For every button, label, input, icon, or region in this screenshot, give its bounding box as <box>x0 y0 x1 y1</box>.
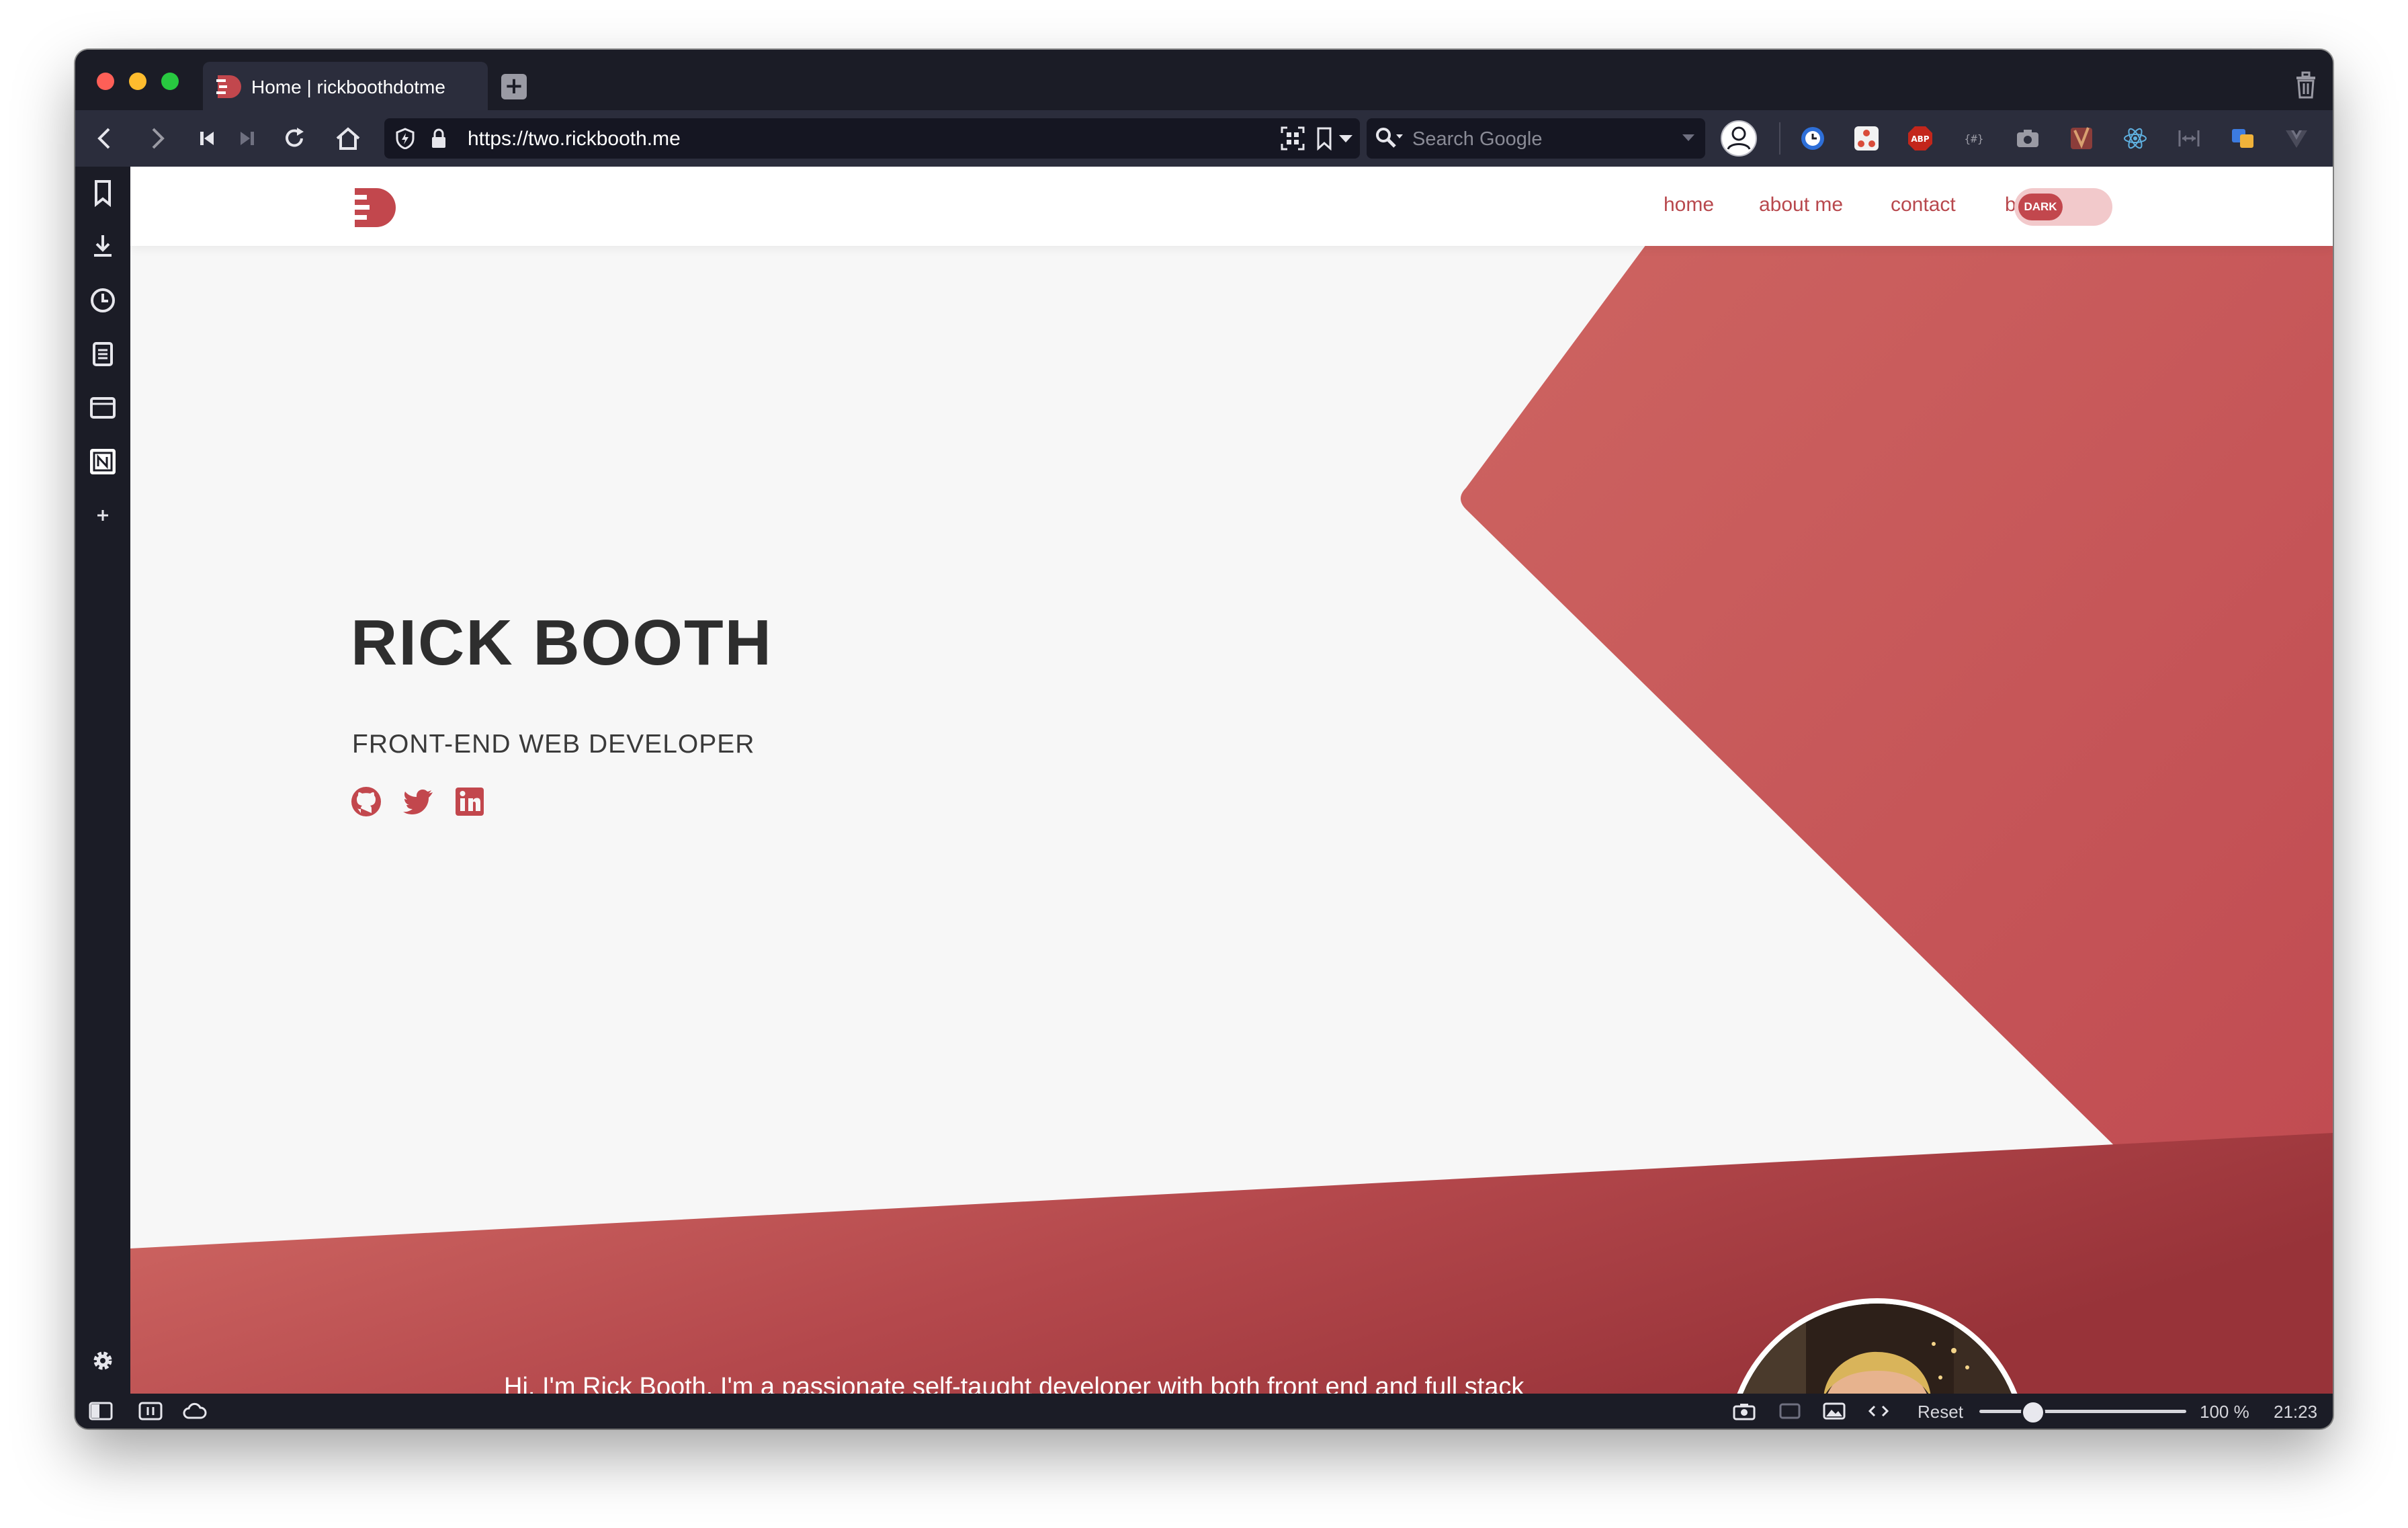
new-tab-button[interactable]: + <box>501 74 527 99</box>
camera-icon[interactable] <box>2014 125 2041 152</box>
svg-text:ABP: ABP <box>1911 134 1929 144</box>
about-paragraph: Hi, I'm Rick Booth. I'm a passionate sel… <box>504 1373 1524 1394</box>
linkedin-icon[interactable] <box>453 785 486 818</box>
settings-gear-icon[interactable] <box>89 1347 117 1375</box>
extension-vue-icon[interactable] <box>2283 125 2310 152</box>
dark-mode-label: DARK <box>2018 194 2063 220</box>
forward-icon[interactable] <box>142 124 172 153</box>
history-panel-icon[interactable] <box>89 286 117 314</box>
bookmarks-panel-icon[interactable] <box>89 179 117 207</box>
extension-translate-icon[interactable] <box>2229 125 2256 152</box>
extension-ruler-icon[interactable] <box>2176 125 2202 152</box>
sync-cloud-icon[interactable] <box>183 1400 207 1422</box>
react-devtools-icon[interactable] <box>2122 125 2149 152</box>
extension-yoast-icon[interactable] <box>2068 125 2095 152</box>
tab-title: Home | rickboothdotme <box>251 77 445 97</box>
reload-icon[interactable] <box>280 124 309 153</box>
notion-panel-icon[interactable] <box>89 448 117 476</box>
toggle-panel-icon[interactable] <box>89 1400 113 1422</box>
dark-mode-toggle[interactable]: DARK <box>2014 188 2112 226</box>
address-bar[interactable]: https://two.rickbooth.me <box>384 118 1360 159</box>
zoom-slider-thumb[interactable] <box>2021 1400 2045 1425</box>
svg-text:{#}: {#} <box>1965 132 1984 145</box>
lock-icon <box>432 128 445 148</box>
nav-contact-link[interactable]: contact <box>1891 194 1956 216</box>
nav-home-link[interactable]: home <box>1664 194 1714 216</box>
home-icon[interactable] <box>333 124 363 153</box>
shield-icon[interactable] <box>395 128 415 149</box>
search-placeholder: Search Google <box>1412 128 1543 150</box>
extension-json-icon[interactable]: {#} <box>1961 125 1987 152</box>
search-icon <box>1376 128 1403 148</box>
search-bar[interactable]: Search Google <box>1367 118 1705 159</box>
browser-window: Home | rickboothdotme + https://two.rick… <box>75 50 2333 1429</box>
zoom-reset-button[interactable]: Reset <box>1918 1402 1963 1423</box>
tab-active[interactable]: Home | rickboothdotme <box>203 62 488 110</box>
site-logo-icon[interactable] <box>349 187 399 228</box>
extension-clock-icon[interactable] <box>1799 125 1826 152</box>
nav-about-link[interactable]: about me <box>1759 194 1843 216</box>
page-viewport[interactable]: home about me contact blog DARK RICK BOO… <box>130 167 2333 1394</box>
trash-icon[interactable] <box>2294 70 2318 99</box>
side-panel <box>75 167 130 1394</box>
adblock-plus-icon[interactable]: ABP <box>1907 125 1934 152</box>
chevron-down-icon[interactable] <box>1337 133 1354 144</box>
back-icon[interactable] <box>90 124 120 153</box>
rewind-icon[interactable] <box>192 124 222 153</box>
hero-name: RICK BOOTH <box>351 607 773 679</box>
page-actions-icon[interactable] <box>1866 1400 1891 1422</box>
zoom-level: 100 % <box>2200 1402 2249 1422</box>
hero-background-shapes <box>130 245 2333 1394</box>
tab-tiling-icon[interactable] <box>138 1400 163 1422</box>
qr-code-icon[interactable] <box>1281 126 1305 151</box>
zoom-slider[interactable] <box>1979 1410 2186 1413</box>
bookmark-icon[interactable] <box>1314 126 1334 151</box>
hero-role: FRONT-END WEB DEVELOPER <box>352 730 755 759</box>
tab-bar: Home | rickboothdotme + <box>75 50 2333 110</box>
extension-network-icon[interactable] <box>1853 125 1880 152</box>
close-window-button[interactable] <box>97 73 114 90</box>
fast-forward-icon[interactable] <box>232 124 262 153</box>
clock: 21:23 <box>2274 1402 2318 1422</box>
site-header: home about me contact blog DARK <box>130 167 2333 246</box>
capture-page-icon[interactable] <box>1732 1400 1756 1422</box>
profile-avatar-icon[interactable] <box>1720 120 1758 157</box>
twitter-icon[interactable] <box>402 785 435 818</box>
github-icon[interactable] <box>349 785 383 818</box>
maximize-window-button[interactable] <box>161 73 179 90</box>
search-engine-dropdown-icon[interactable] <box>1681 133 1696 142</box>
notes-panel-icon[interactable] <box>89 340 117 368</box>
toolbar-divider <box>1779 122 1780 155</box>
images-toggle-icon[interactable] <box>1822 1400 1846 1422</box>
downloads-panel-icon[interactable] <box>89 232 117 261</box>
minimize-window-button[interactable] <box>129 73 146 90</box>
url-text: https://two.rickbooth.me <box>468 128 681 150</box>
status-bar: Reset 100 % 21:23 <box>75 1394 2333 1429</box>
tiling-toggle-icon[interactable] <box>1778 1400 1802 1422</box>
add-panel-icon[interactable] <box>89 501 117 529</box>
window-panel-icon[interactable] <box>89 394 117 422</box>
address-toolbar: https://two.rickbooth.me Search Google A… <box>75 110 2333 167</box>
site-favicon-icon <box>216 75 241 98</box>
